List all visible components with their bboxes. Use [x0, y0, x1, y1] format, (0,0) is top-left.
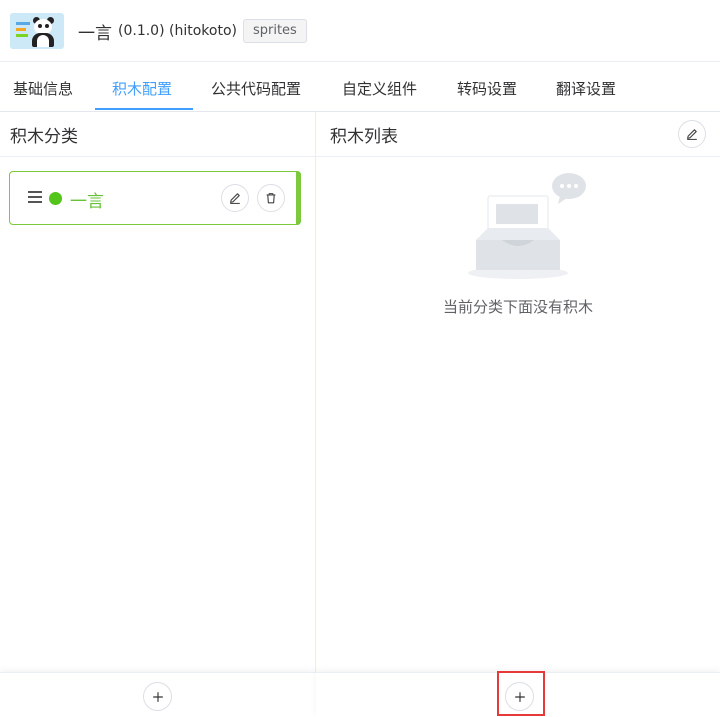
category-label: 一言 [70, 192, 104, 212]
block-list-title: 积木列表 [330, 127, 398, 147]
empty-state-text: 当前分类下面没有积木 [442, 298, 593, 316]
block-category-panel: 积木分类 一言 [0, 112, 316, 717]
tab-transcode-settings[interactable]: 转码设置 [457, 62, 517, 112]
block-category-header: 积木分类 [0, 112, 315, 157]
tab-custom-components[interactable]: 自定义组件 [342, 62, 417, 112]
tab-bar: 基础信息 积木配置 公共代码配置 自定义组件 转码设置 翻译设置 [0, 62, 720, 112]
plus-icon [152, 691, 163, 702]
tab-basic-info[interactable]: 基础信息 [13, 62, 73, 112]
plugin-header: 一言 (0.1.0) (hitokoto) sprites [0, 0, 720, 62]
drag-handle-icon[interactable] [28, 191, 42, 205]
block-list-header: 积木列表 [316, 112, 720, 157]
trash-icon [266, 193, 276, 204]
empty-inbox-icon [468, 173, 586, 279]
add-category-button[interactable] [143, 682, 172, 711]
tab-common-code-config[interactable]: 公共代码配置 [211, 62, 301, 112]
block-category-title: 积木分类 [10, 127, 78, 147]
plugin-title: 一言 [78, 23, 112, 44]
block-list-panel: 积木列表 当前分类下面没有积木 [316, 112, 720, 717]
category-footer [0, 672, 316, 717]
edit-block-list-button[interactable] [678, 120, 706, 148]
pencil-icon [230, 193, 240, 204]
tab-translation-settings[interactable]: 翻译设置 [556, 62, 616, 112]
tab-blocks-config[interactable]: 积木配置 [112, 62, 172, 112]
plugin-type-tag: sprites [242, 19, 307, 43]
active-tab-indicator [95, 108, 193, 110]
pencil-icon [687, 129, 697, 140]
plugin-thumbnail [10, 13, 64, 49]
edit-category-button[interactable] [221, 184, 249, 212]
add-block-highlight [497, 671, 545, 716]
category-item[interactable]: 一言 [9, 171, 301, 225]
plugin-version-id: (0.1.0) (hitokoto) [118, 23, 237, 39]
category-color-dot [49, 192, 62, 205]
plugin-title-row: 一言 (0.1.0) (hitokoto) sprites [78, 18, 307, 44]
category-active-bar [296, 171, 301, 225]
delete-category-button[interactable] [257, 184, 285, 212]
